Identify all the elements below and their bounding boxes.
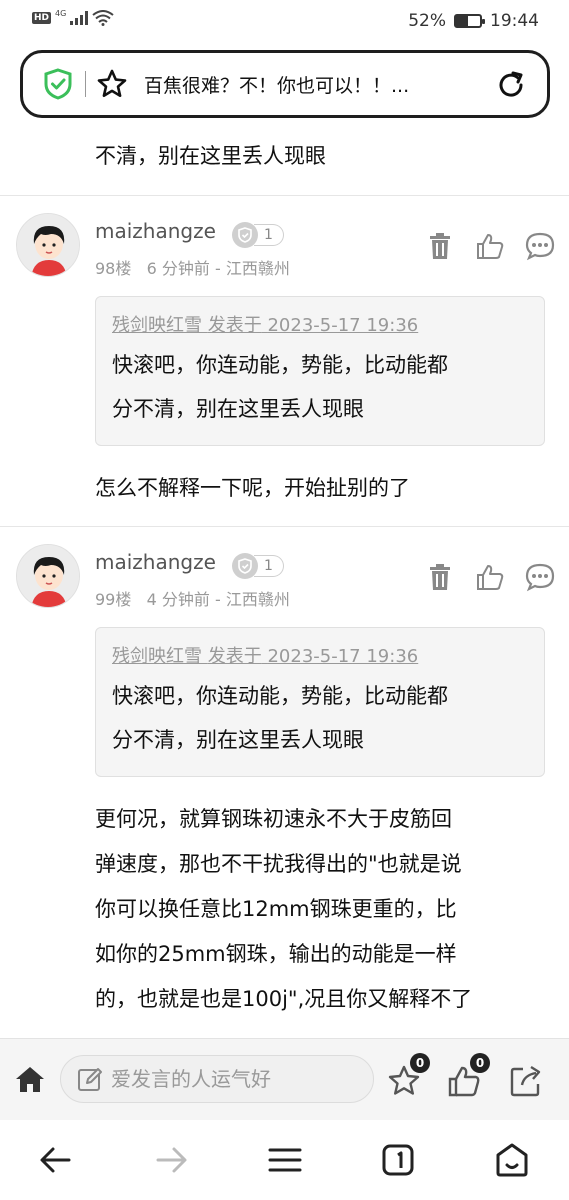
quote-date: 2023-5-17 19:36 — [267, 315, 419, 336]
username[interactable]: maizhangze — [95, 550, 216, 574]
post-time: 6 分钟前 — [146, 259, 210, 278]
thumbs-up-icon[interactable] — [475, 562, 505, 592]
forward-arrow-icon[interactable] — [152, 1140, 192, 1180]
post-text-line: 弹速度，那也不干扰我得出的"也就是说 — [95, 852, 462, 876]
status-bar: HD 4G 52% 19:44 — [0, 0, 569, 44]
quote-body: 快滚吧，你连动能，势能，比动能都 分不清，别在这里丢人现眼 — [112, 343, 528, 431]
quote-author: 残剑映红雪 — [112, 646, 202, 667]
floor-number: 98楼 — [95, 259, 132, 278]
divider — [85, 71, 86, 97]
share-button[interactable] — [508, 1063, 544, 1099]
trash-icon[interactable] — [425, 231, 455, 261]
signal-icon — [70, 11, 89, 25]
post-text-line: 更何况，就算钢珠初速永不大于皮筋回 — [95, 807, 452, 831]
divider — [0, 526, 569, 527]
home-icon[interactable] — [492, 1140, 532, 1180]
post-actions — [425, 231, 555, 261]
meta-separator: - — [215, 590, 226, 609]
quote-line: 快滚吧，你连动能，势能，比动能都 — [112, 684, 448, 708]
share-icon — [510, 1065, 541, 1097]
level-badge: 1 — [232, 222, 284, 248]
pencil-icon — [78, 1068, 102, 1091]
back-arrow-icon[interactable] — [35, 1140, 75, 1180]
chat-bubble-icon[interactable] — [525, 231, 555, 261]
previous-post-text: 不清，别在这里丢人现眼 — [95, 144, 326, 168]
post-time: 4 分钟前 — [146, 590, 210, 609]
username[interactable]: maizhangze — [95, 219, 216, 243]
comment-input[interactable] — [111, 1067, 351, 1091]
hd-indicator: HD — [32, 12, 52, 24]
page-title[interactable]: 百焦很难？不！你也可以！！... — [144, 71, 484, 98]
menu-icon[interactable] — [265, 1140, 305, 1180]
thumbs-up-icon[interactable] — [475, 231, 505, 261]
post-location: 江西赣州 — [225, 259, 290, 278]
star-icon[interactable] — [96, 68, 128, 100]
meta-separator: - — [215, 259, 226, 278]
quote-posted-label: 发表于 — [207, 646, 262, 667]
post-text: 更何况，就算钢珠初速永不大于皮筋回 弹速度，那也不干扰我得出的"也就是说 你可以… — [95, 797, 545, 1022]
post-location: 江西赣州 — [225, 590, 290, 609]
post-text-line: 你可以换任意比12mm钢珠更重的，比 — [95, 897, 457, 921]
clock: 19:44 — [490, 11, 539, 31]
wifi-icon — [92, 10, 114, 26]
divider — [0, 195, 569, 196]
reload-icon[interactable] — [495, 69, 527, 101]
level-number: 1 — [254, 224, 284, 246]
quote-header[interactable]: 残剑映红雪 发表于 2023-5-17 19:36 — [112, 311, 528, 337]
quote-block: 残剑映红雪 发表于 2023-5-17 19:36 快滚吧，你连动能，势能，比动… — [95, 627, 545, 777]
comment-input-box[interactable] — [60, 1055, 374, 1103]
trash-icon[interactable] — [425, 562, 455, 592]
level-badge: 1 — [232, 553, 284, 579]
post-text-line: 的，也就是也是100j",况且你又解释不了 — [95, 987, 473, 1011]
level-number: 1 — [254, 555, 284, 577]
post-meta: 98楼 6 分钟前 - 江西赣州 — [95, 255, 290, 279]
avatar[interactable] — [16, 544, 80, 608]
battery-icon — [454, 14, 485, 28]
battery-level — [456, 16, 469, 26]
post-text-line: 怎么不解释一下呢，开始扯别的了 — [95, 476, 410, 500]
home-icon[interactable] — [14, 1063, 46, 1095]
quote-line: 快滚吧，你连动能，势能，比动能都 — [112, 353, 448, 377]
quote-block: 残剑映红雪 发表于 2023-5-17 19:36 快滚吧，你连动能，势能，比动… — [95, 296, 545, 446]
address-bar[interactable]: 百焦很难？不！你也可以！！... — [20, 50, 550, 118]
comment-feed[interactable]: 不清，别在这里丢人现眼 maizhangze 1 98楼 6 分钟前 - 江西赣… — [0, 128, 569, 1038]
post-meta: 99楼 4 分钟前 - 江西赣州 — [95, 586, 290, 610]
post-text: 怎么不解释一下呢，开始扯别的了 — [95, 466, 545, 511]
quote-line: 分不清，别在这里丢人现眼 — [112, 397, 364, 421]
quote-line: 分不清，别在这里丢人现眼 — [112, 728, 364, 752]
floor-number: 99楼 — [95, 590, 132, 609]
favorite-button[interactable]: 0 — [386, 1053, 430, 1099]
comment-bar: 0 0 — [0, 1038, 569, 1120]
avatar[interactable] — [16, 213, 80, 277]
favorite-count-badge: 0 — [410, 1053, 430, 1073]
chat-bubble-icon[interactable] — [525, 562, 555, 592]
quote-posted-label: 发表于 — [207, 315, 262, 336]
post-actions — [425, 562, 555, 592]
shield-check-icon[interactable] — [43, 68, 73, 100]
quote-body: 快滚吧，你连动能，势能，比动能都 分不清，别在这里丢人现眼 — [112, 674, 528, 762]
network-type: 4G — [55, 8, 67, 18]
like-count-badge: 0 — [470, 1053, 490, 1073]
quote-author: 残剑映红雪 — [112, 315, 202, 336]
tabs-icon[interactable] — [378, 1140, 418, 1180]
quote-date: 2023-5-17 19:36 — [267, 646, 419, 667]
post-text-line: 如你的25mm钢珠，输出的动能是一样 — [95, 942, 457, 966]
like-button[interactable]: 0 — [446, 1053, 490, 1099]
browser-page: HD 4G 52% 19:44 百焦很难？不！你也可以！！... 不清，别在这里… — [0, 0, 569, 1200]
browser-nav-bar — [0, 1120, 569, 1200]
quote-header[interactable]: 残剑映红雪 发表于 2023-5-17 19:36 — [112, 642, 528, 668]
battery-percent: 52% — [408, 11, 446, 31]
